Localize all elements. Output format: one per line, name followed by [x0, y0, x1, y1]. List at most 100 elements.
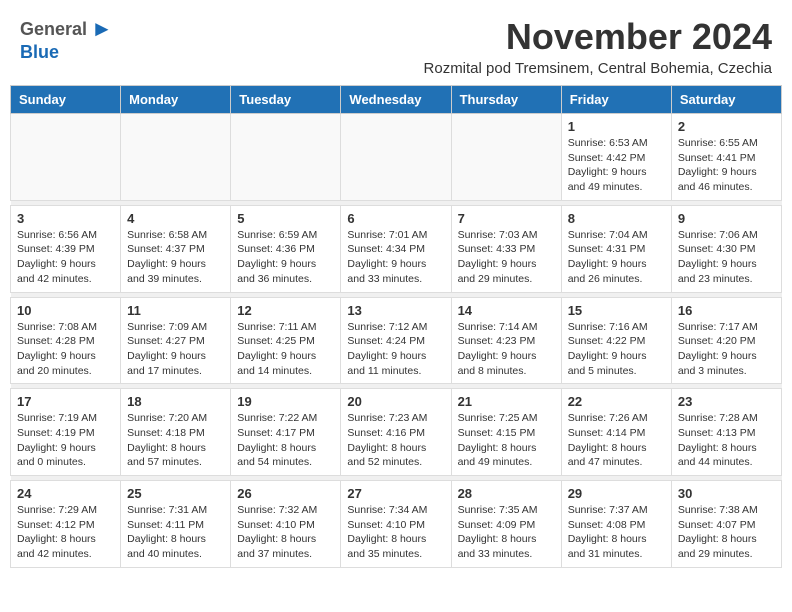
- day-info: Sunrise: 7:19 AMSunset: 4:19 PMDaylight:…: [17, 411, 114, 470]
- logo-general-text: General: [20, 19, 87, 40]
- day-number: 24: [17, 486, 114, 501]
- day-number: 10: [17, 303, 114, 318]
- week-row-2: 3 Sunrise: 6:56 AMSunset: 4:39 PMDaylight…: [11, 205, 782, 292]
- calendar-cell: [11, 114, 121, 201]
- day-info: Sunrise: 7:25 AMSunset: 4:15 PMDaylight:…: [458, 411, 555, 470]
- day-info: Sunrise: 7:16 AMSunset: 4:22 PMDaylight:…: [568, 320, 665, 379]
- header-day-sunday: Sunday: [11, 86, 121, 114]
- calendar-cell: 30 Sunrise: 7:38 AMSunset: 4:07 PMDayligh…: [671, 481, 781, 568]
- day-number: 4: [127, 211, 224, 226]
- calendar-cell: 18 Sunrise: 7:20 AMSunset: 4:18 PMDayligh…: [121, 389, 231, 476]
- day-number: 28: [458, 486, 555, 501]
- calendar-cell: 26 Sunrise: 7:32 AMSunset: 4:10 PMDayligh…: [231, 481, 341, 568]
- calendar-header: SundayMondayTuesdayWednesdayThursdayFrid…: [11, 86, 782, 114]
- calendar-cell: 17Sunrise: 7:19 AMSunset: 4:19 PMDayligh…: [11, 389, 121, 476]
- day-info: Sunrise: 7:38 AMSunset: 4:07 PMDaylight:…: [678, 503, 775, 562]
- day-number: 29: [568, 486, 665, 501]
- day-info: Sunrise: 7:37 AMSunset: 4:08 PMDaylight:…: [568, 503, 665, 562]
- day-number: 25: [127, 486, 224, 501]
- day-info: Sunrise: 6:59 AMSunset: 4:36 PMDaylight:…: [237, 228, 334, 287]
- day-info: Sunrise: 7:26 AMSunset: 4:14 PMDaylight:…: [568, 411, 665, 470]
- day-number: 7: [458, 211, 555, 226]
- week-row-4: 17Sunrise: 7:19 AMSunset: 4:19 PMDayligh…: [11, 389, 782, 476]
- month-title: November 2024: [424, 16, 772, 58]
- calendar-cell: 13 Sunrise: 7:12 AMSunset: 4:24 PMDayligh…: [341, 297, 451, 384]
- day-number: 27: [347, 486, 444, 501]
- logo-bird-icon: ►: [91, 16, 113, 42]
- day-info: Sunrise: 7:17 AMSunset: 4:20 PMDaylight:…: [678, 320, 775, 379]
- header-day-thursday: Thursday: [451, 86, 561, 114]
- day-info: Sunrise: 7:09 AMSunset: 4:27 PMDaylight:…: [127, 320, 224, 379]
- title-section: November 2024 Rozmital pod Tremsinem, Ce…: [424, 16, 772, 77]
- day-info: Sunrise: 7:12 AMSunset: 4:24 PMDaylight:…: [347, 320, 444, 379]
- calendar-cell: 9Sunrise: 7:06 AMSunset: 4:30 PMDaylight…: [671, 205, 781, 292]
- week-row-3: 10 Sunrise: 7:08 AMSunset: 4:28 PMDayligh…: [11, 297, 782, 384]
- calendar-cell: 23Sunrise: 7:28 AMSunset: 4:13 PMDayligh…: [671, 389, 781, 476]
- calendar-cell: 11 Sunrise: 7:09 AMSunset: 4:27 PMDayligh…: [121, 297, 231, 384]
- header-day-saturday: Saturday: [671, 86, 781, 114]
- day-number: 3: [17, 211, 114, 226]
- day-info: Sunrise: 7:28 AMSunset: 4:13 PMDaylight:…: [678, 411, 775, 470]
- day-info: Sunrise: 7:23 AMSunset: 4:16 PMDaylight:…: [347, 411, 444, 470]
- day-info: Sunrise: 7:31 AMSunset: 4:11 PMDaylight:…: [127, 503, 224, 562]
- header-day-friday: Friday: [561, 86, 671, 114]
- day-number: 12: [237, 303, 334, 318]
- day-number: 15: [568, 303, 665, 318]
- calendar-cell: 21 Sunrise: 7:25 AMSunset: 4:15 PMDayligh…: [451, 389, 561, 476]
- day-number: 21: [458, 394, 555, 409]
- day-info: Sunrise: 7:32 AMSunset: 4:10 PMDaylight:…: [237, 503, 334, 562]
- day-info: Sunrise: 6:53 AMSunset: 4:42 PMDaylight:…: [568, 136, 665, 195]
- day-number: 8: [568, 211, 665, 226]
- header-day-monday: Monday: [121, 86, 231, 114]
- logo-blue-text: Blue: [20, 42, 59, 63]
- day-info: Sunrise: 6:55 AMSunset: 4:41 PMDaylight:…: [678, 136, 775, 195]
- header-day-wednesday: Wednesday: [341, 86, 451, 114]
- day-info: Sunrise: 7:34 AMSunset: 4:10 PMDaylight:…: [347, 503, 444, 562]
- calendar-cell: 2Sunrise: 6:55 AMSunset: 4:41 PMDaylight…: [671, 114, 781, 201]
- day-number: 1: [568, 119, 665, 134]
- calendar-cell: 20 Sunrise: 7:23 AMSunset: 4:16 PMDayligh…: [341, 389, 451, 476]
- day-number: 26: [237, 486, 334, 501]
- day-number: 30: [678, 486, 775, 501]
- calendar-cell: [231, 114, 341, 201]
- day-number: 11: [127, 303, 224, 318]
- calendar-cell: 1 Sunrise: 6:53 AMSunset: 4:42 PMDaylight…: [561, 114, 671, 201]
- day-number: 6: [347, 211, 444, 226]
- page-header: General ► Blue November 2024 Rozmital po…: [0, 0, 792, 85]
- calendar-cell: 3 Sunrise: 6:56 AMSunset: 4:39 PMDaylight…: [11, 205, 121, 292]
- day-number: 18: [127, 394, 224, 409]
- day-info: Sunrise: 7:20 AMSunset: 4:18 PMDaylight:…: [127, 411, 224, 470]
- calendar-cell: 6 Sunrise: 7:01 AMSunset: 4:34 PMDaylight…: [341, 205, 451, 292]
- day-number: 5: [237, 211, 334, 226]
- day-info: Sunrise: 7:22 AMSunset: 4:17 PMDaylight:…: [237, 411, 334, 470]
- header-day-tuesday: Tuesday: [231, 86, 341, 114]
- calendar-cell: [451, 114, 561, 201]
- calendar-cell: 14Sunrise: 7:14 AMSunset: 4:23 PMDayligh…: [451, 297, 561, 384]
- calendar-cell: 4 Sunrise: 6:58 AMSunset: 4:37 PMDaylight…: [121, 205, 231, 292]
- calendar-cell: 19Sunrise: 7:22 AMSunset: 4:17 PMDayligh…: [231, 389, 341, 476]
- calendar-cell: 8 Sunrise: 7:04 AMSunset: 4:31 PMDaylight…: [561, 205, 671, 292]
- calendar-cell: 24Sunrise: 7:29 AMSunset: 4:12 PMDayligh…: [11, 481, 121, 568]
- day-info: Sunrise: 6:56 AMSunset: 4:39 PMDaylight:…: [17, 228, 114, 287]
- header-row: SundayMondayTuesdayWednesdayThursdayFrid…: [11, 86, 782, 114]
- calendar-cell: 15 Sunrise: 7:16 AMSunset: 4:22 PMDayligh…: [561, 297, 671, 384]
- day-info: Sunrise: 7:01 AMSunset: 4:34 PMDaylight:…: [347, 228, 444, 287]
- day-number: 20: [347, 394, 444, 409]
- calendar-cell: [341, 114, 451, 201]
- day-number: 9: [678, 211, 775, 226]
- location-subtitle: Rozmital pod Tremsinem, Central Bohemia,…: [424, 60, 772, 77]
- calendar-cell: 5 Sunrise: 6:59 AMSunset: 4:36 PMDaylight…: [231, 205, 341, 292]
- calendar-cell: 28 Sunrise: 7:35 AMSunset: 4:09 PMDayligh…: [451, 481, 561, 568]
- day-info: Sunrise: 7:35 AMSunset: 4:09 PMDaylight:…: [458, 503, 555, 562]
- calendar-cell: 10 Sunrise: 7:08 AMSunset: 4:28 PMDayligh…: [11, 297, 121, 384]
- day-info: Sunrise: 7:04 AMSunset: 4:31 PMDaylight:…: [568, 228, 665, 287]
- day-info: Sunrise: 7:14 AMSunset: 4:23 PMDaylight:…: [458, 320, 555, 379]
- logo: General ► Blue: [20, 16, 113, 63]
- day-info: Sunrise: 6:58 AMSunset: 4:37 PMDaylight:…: [127, 228, 224, 287]
- calendar-cell: 25 Sunrise: 7:31 AMSunset: 4:11 PMDayligh…: [121, 481, 231, 568]
- day-info: Sunrise: 7:11 AMSunset: 4:25 PMDaylight:…: [237, 320, 334, 379]
- day-info: Sunrise: 7:08 AMSunset: 4:28 PMDaylight:…: [17, 320, 114, 379]
- day-number: 13: [347, 303, 444, 318]
- calendar-table: SundayMondayTuesdayWednesdayThursdayFrid…: [10, 85, 782, 568]
- day-number: 16: [678, 303, 775, 318]
